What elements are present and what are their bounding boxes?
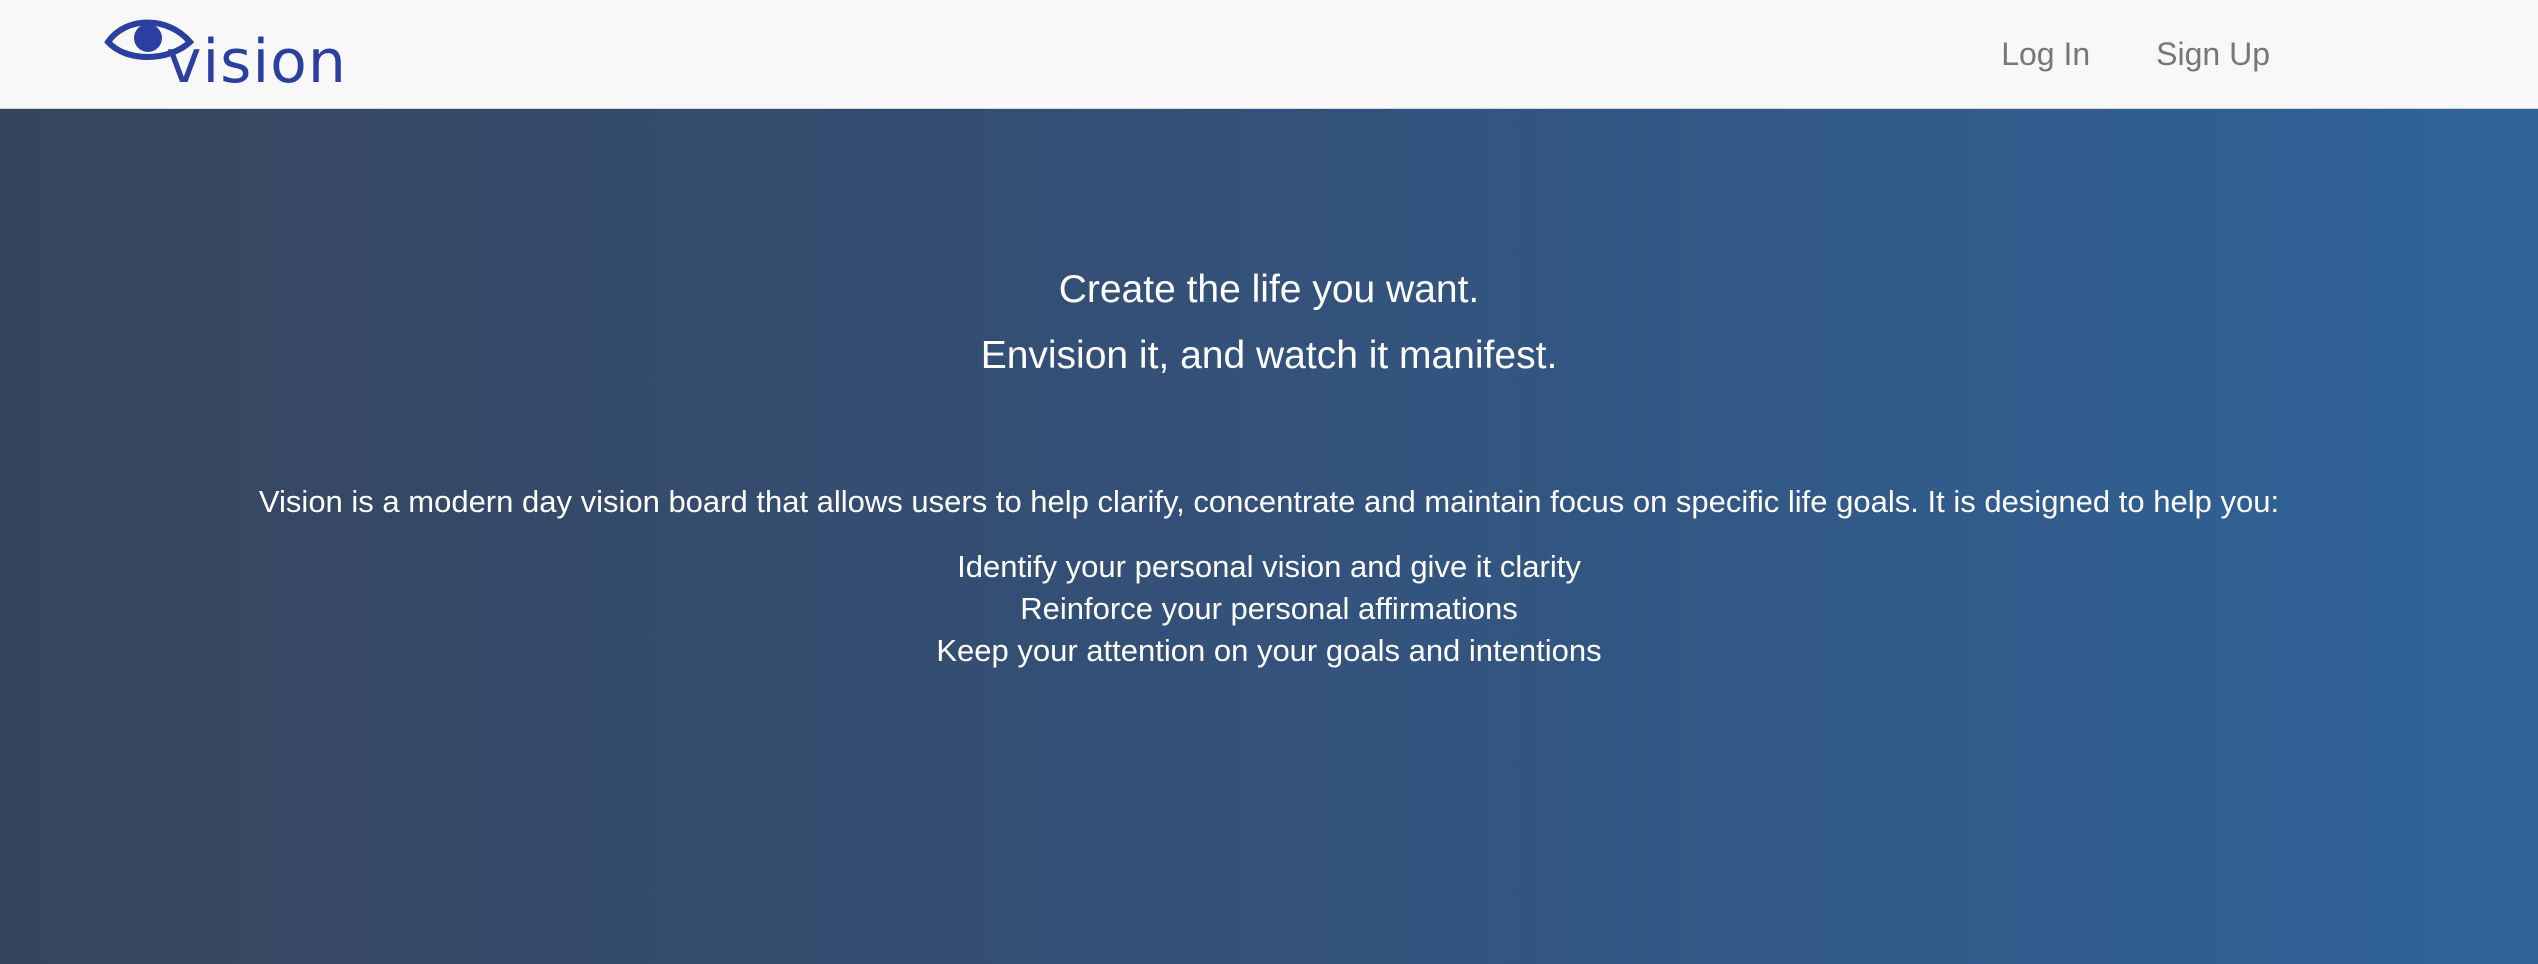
navbar: vision Log In Sign Up bbox=[0, 0, 2538, 109]
signup-link[interactable]: Sign Up bbox=[2123, 30, 2303, 78]
benefits-list: Identify your personal vision and give i… bbox=[0, 546, 2538, 672]
brand-logo[interactable]: vision bbox=[104, 12, 347, 98]
description: Vision is a modern day vision board that… bbox=[258, 484, 2280, 519]
benefit-item: Keep your attention on your goals and in… bbox=[936, 633, 1602, 668]
benefit-item: Identify your personal vision and give i… bbox=[957, 549, 1581, 584]
benefit-item: Reinforce your personal affirmations bbox=[1020, 591, 1518, 626]
hero-section: Create the life you want. Envision it, a… bbox=[0, 109, 2538, 964]
login-link[interactable]: Log In bbox=[1968, 30, 2123, 78]
nav-links: Log In Sign Up bbox=[1968, 30, 2303, 78]
tagline-line-1: Create the life you want. bbox=[1058, 268, 1480, 311]
tagline-line-2: Envision it, and watch it manifest. bbox=[980, 334, 1558, 377]
brand-name: vision bbox=[166, 27, 347, 97]
